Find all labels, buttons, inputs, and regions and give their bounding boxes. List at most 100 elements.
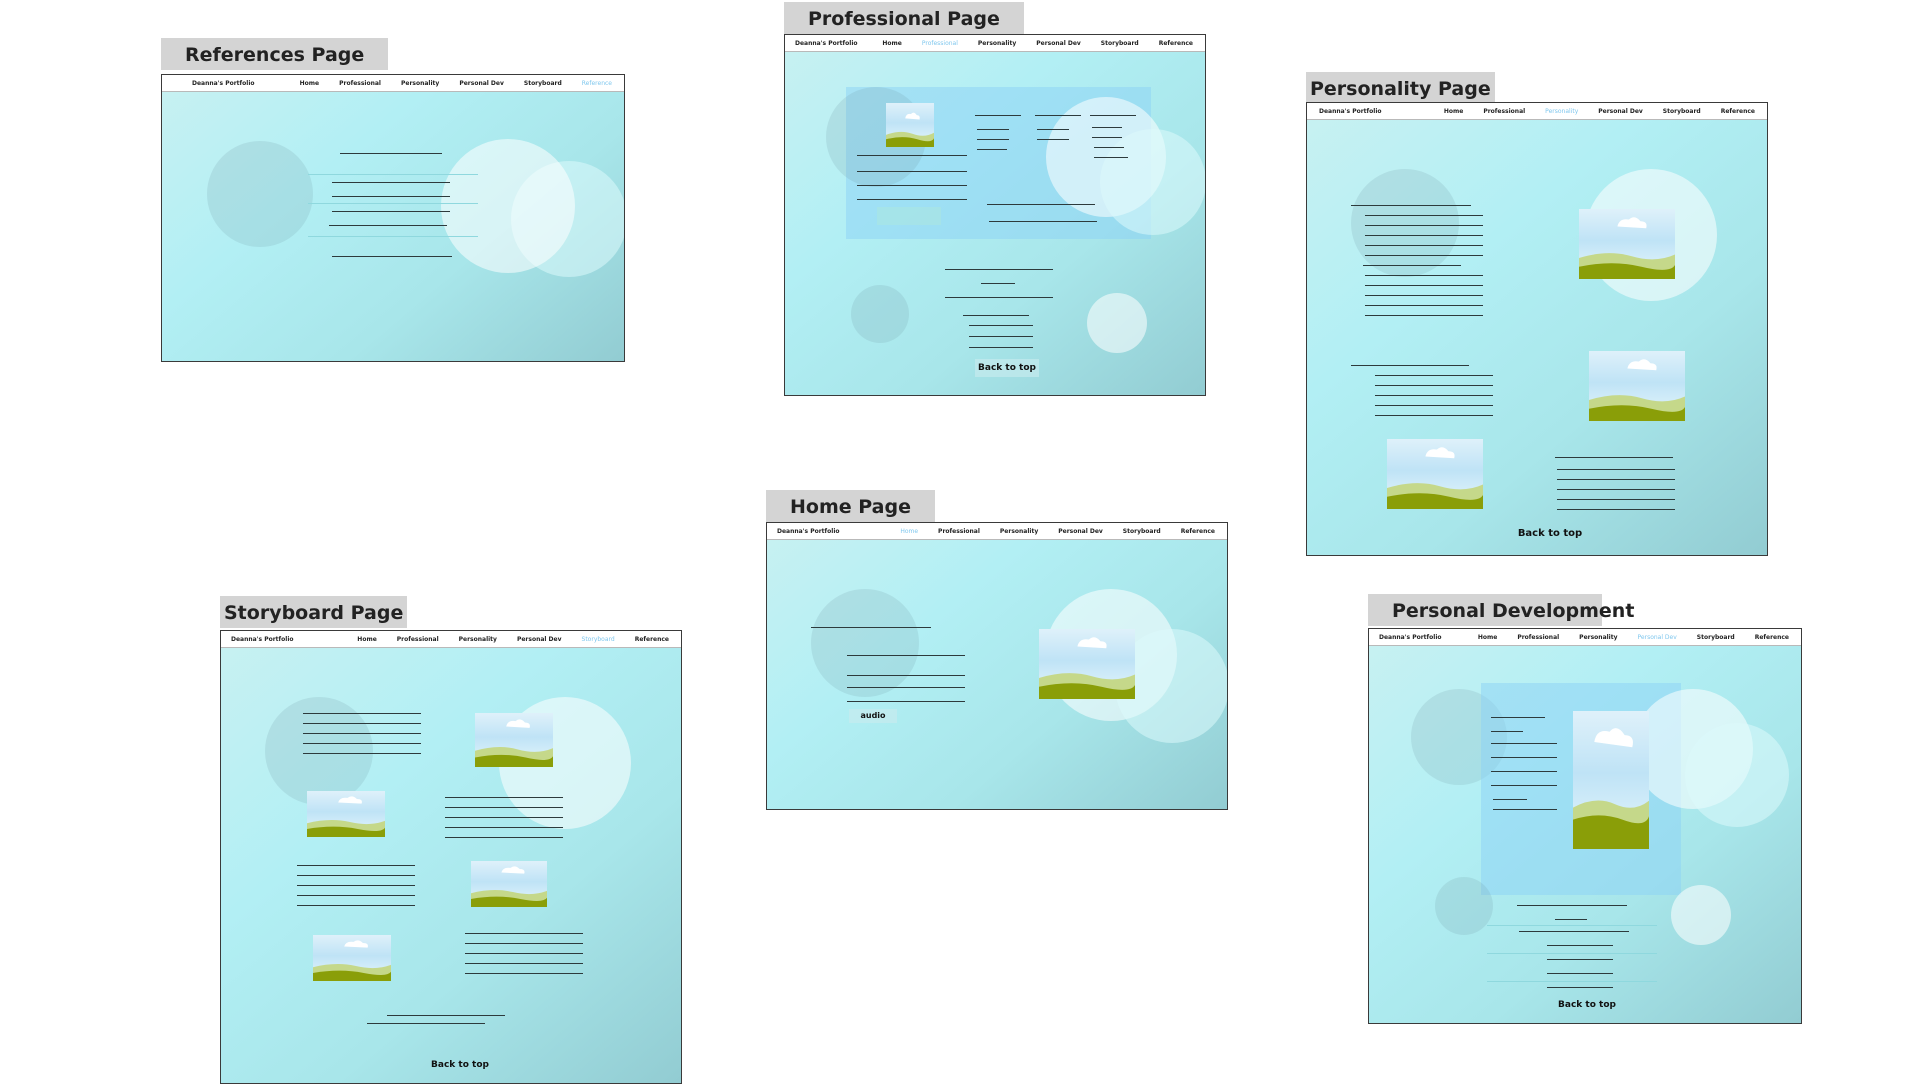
nav-link-home[interactable]: Home [1478,634,1497,641]
text-line [1517,905,1627,906]
text-line [1351,205,1471,206]
text-line [857,185,967,186]
nav-link-home[interactable]: Home [300,80,319,87]
landscape-image-icon [1039,629,1135,699]
brand-name[interactable]: Deanna's Portfolio [1379,634,1442,641]
text-line [989,221,1097,222]
landscape-image-icon [307,791,385,837]
brand-name[interactable]: Deanna's Portfolio [231,636,294,643]
nav-link-professional[interactable]: Professional [922,40,958,47]
page-mockup: Deanna's Portfolio Home Professional Per… [1368,628,1802,1024]
nav-link-storyboard[interactable]: Storyboard [1697,634,1735,641]
brand-name[interactable]: Deanna's Portfolio [1319,108,1382,115]
text-line [303,723,421,724]
text-line [1555,457,1673,458]
landscape-image-icon [471,861,547,907]
nav-link-reference[interactable]: Reference [1159,40,1193,47]
nav-link-personal-dev[interactable]: Personal Dev [459,80,504,87]
nav-link-personal-dev[interactable]: Personal Dev [1058,528,1103,535]
text-line [303,743,421,744]
back-to-top-button[interactable]: Back to top [975,359,1039,377]
nav-link-personality[interactable]: Personality [1000,528,1038,535]
nav-link-storyboard[interactable]: Storyboard [524,80,562,87]
nav-bar: Deanna's Portfolio Home Professional Per… [1369,629,1801,646]
nav-link-home[interactable]: Home [357,636,376,643]
nav-link-reference[interactable]: Reference [582,80,612,87]
nav-link-storyboard[interactable]: Storyboard [1663,108,1701,115]
text-line [1365,245,1483,246]
divider-line [308,174,478,175]
nav-link-personal-dev[interactable]: Personal Dev [517,636,562,643]
decor-circle [441,139,575,273]
nav-link-storyboard[interactable]: Storyboard [1101,40,1139,47]
page-mockup: Deanna's Portfolio Home Professional Per… [1306,102,1768,556]
nav-link-professional[interactable]: Professional [1483,108,1525,115]
text-line [969,336,1033,337]
nav-link-personality[interactable]: Personality [1545,108,1578,115]
text-line [1547,973,1613,974]
nav-link-professional[interactable]: Professional [339,80,381,87]
back-to-top-button[interactable]: Back to top [1515,525,1585,543]
text-line [465,943,583,944]
decor-circle [1351,169,1459,277]
nav-link-reference[interactable]: Reference [1721,108,1755,115]
text-line [1092,127,1122,128]
brand-name[interactable]: Deanna's Portfolio [192,80,255,87]
divider-line [1487,953,1657,954]
text-line [297,865,415,866]
text-line [969,347,1033,348]
placeholder-button[interactable] [877,207,941,225]
nav-link-home[interactable]: Home [1444,108,1463,115]
audio-button[interactable]: audio [849,709,897,723]
nav-link-storyboard[interactable]: Storyboard [582,636,615,643]
text-line [297,905,415,906]
nav-bar: Deanna's Portfolio Home Professional Per… [162,75,624,92]
nav-links: Home Professional Personality Personal D… [337,636,669,643]
divider-line [308,236,478,237]
brand-name[interactable]: Deanna's Portfolio [795,40,858,47]
text-line [1365,315,1483,316]
nav-link-reference[interactable]: Reference [1755,634,1789,641]
brand-name[interactable]: Deanna's Portfolio [777,528,840,535]
text-line [975,115,1021,116]
nav-link-storyboard[interactable]: Storyboard [1123,528,1161,535]
text-line [340,153,442,154]
text-line [1037,129,1069,130]
text-line [332,211,450,212]
nav-link-personality[interactable]: Personality [978,40,1016,47]
nav-link-reference[interactable]: Reference [635,636,669,643]
text-line [1351,365,1469,366]
page-mockup: Deanna's Portfolio Home Professional Per… [220,630,682,1084]
nav-link-home[interactable]: Home [900,528,918,535]
nav-link-personal-dev[interactable]: Personal Dev [1036,40,1081,47]
text-line [811,627,931,628]
decor-circle [1100,129,1205,235]
back-to-top-button[interactable]: Back to top [1547,997,1627,1013]
text-line [1547,945,1613,946]
page-mockup: Deanna's Portfolio Home Professional Per… [161,74,625,362]
text-line [1557,499,1675,500]
nav-links: Home Professional Personality Personal D… [1424,108,1755,115]
nav-link-home[interactable]: Home [882,40,901,47]
nav-link-personality[interactable]: Personality [401,80,439,87]
text-line [445,827,563,828]
nav-link-personality[interactable]: Personality [459,636,497,643]
text-line [465,933,583,934]
nav-link-professional[interactable]: Professional [1517,634,1559,641]
landscape-image-icon [1579,209,1675,279]
nav-link-personality[interactable]: Personality [1579,634,1617,641]
nav-bar: Deanna's Portfolio Home Professional Per… [1307,103,1767,120]
decor-circle [1685,723,1789,827]
back-to-top-button[interactable]: Back to top [425,1057,495,1073]
decor-circle [207,141,313,247]
divider-line [308,203,478,204]
nav-link-personal-dev[interactable]: Personal Dev [1598,108,1643,115]
text-line [303,753,421,754]
landscape-image-icon [1387,439,1483,509]
nav-link-personal-dev[interactable]: Personal Dev [1638,634,1677,641]
nav-link-professional[interactable]: Professional [938,528,980,535]
text-line [969,325,1033,326]
nav-link-professional[interactable]: Professional [397,636,439,643]
nav-link-reference[interactable]: Reference [1181,528,1215,535]
text-line [1491,743,1557,744]
